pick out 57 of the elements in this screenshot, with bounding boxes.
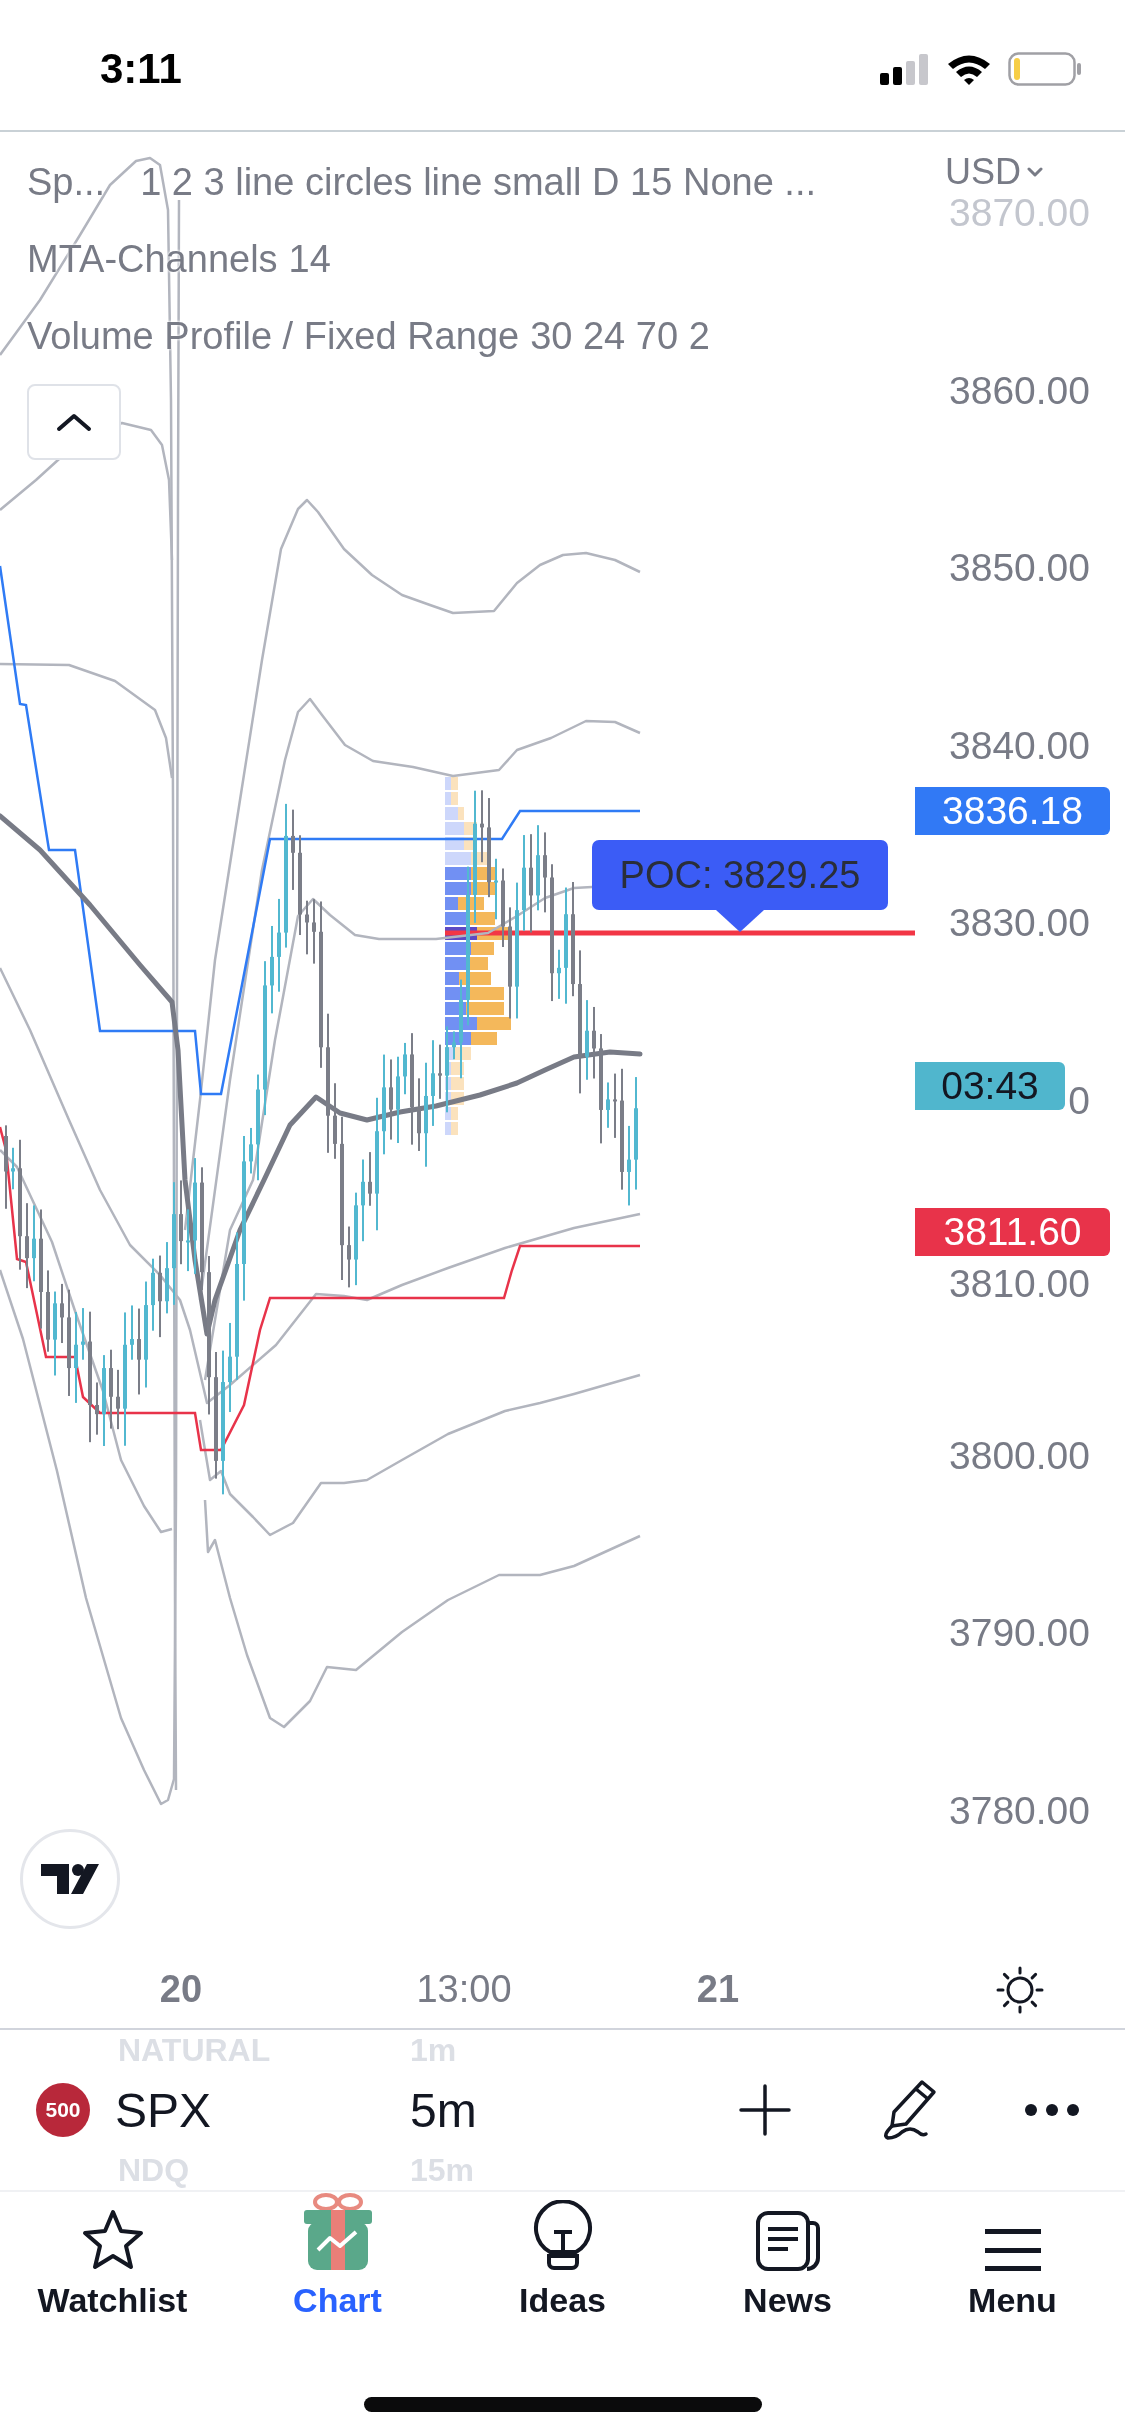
chevron-down-icon [1027,167,1043,177]
volume-profile-bar [445,972,491,985]
indicator-values: 1 2 3 line circles line small D 15 None ... [140,161,816,204]
price-label: 0 [1068,1080,1090,1121]
price-label: 3860.00 [949,370,1090,411]
price-label: 3830.00 [949,903,1090,943]
price-label: 3790.00 [949,1613,1090,1653]
volume-profile-bar [445,1122,458,1135]
currency-dropdown[interactable]: USD [945,150,1043,194]
volume-profile-bar [445,942,494,955]
plus-icon [739,2084,791,2136]
countdown-label: 03:43 [915,1062,1065,1110]
wifi-icon [946,53,992,85]
price-label: 3870.00 [949,193,1090,233]
volume-profile-bar [445,987,504,1000]
volume-profile-bar [445,957,488,970]
price-label: 3810.00 [949,1264,1090,1304]
star-icon [80,2208,145,2272]
signal-icon [880,53,930,85]
collapse-button[interactable] [27,384,121,460]
more-icon [1024,2103,1080,2117]
price-label: 3800.00 [949,1435,1090,1476]
time-label: 20 [159,1967,203,2011]
lightbulb-icon [531,2200,594,2272]
price-label: 3850.00 [949,548,1090,588]
nav-tab[interactable]: Menu [900,2192,1125,2322]
sun-icon[interactable] [996,1966,1044,2014]
nav-tab[interactable]: Ideas [450,2192,675,2322]
price-label: 3840.00 [949,725,1090,766]
volume-profile-bar [445,1017,511,1030]
battery-icon [1008,52,1082,86]
nav-tab[interactable]: Chart [225,2192,450,2322]
nav-tab[interactable]: News [675,2192,900,2322]
price-tag: 3836.18 [915,787,1110,835]
indicator-values: 14 [288,238,331,281]
indicator-values: 30 24 70 2 [530,315,710,358]
interval-button[interactable]: 5m [410,2082,477,2138]
poc-tooltip: POC: 3829.25 [592,840,888,932]
newspaper-icon [754,2210,821,2272]
price-label: 3780.00 [949,1790,1090,1831]
menu-icon [984,2228,1041,2272]
indicator-name: Sp... [27,161,106,204]
price-tag: 3811.60 [915,1208,1110,1256]
volume-profile-bar [445,1002,504,1015]
nav-tab[interactable]: Watchlist [0,2192,225,2322]
chevron-up-icon [56,412,92,432]
volume-profile-bar [445,1107,458,1120]
symbol-badge: 500 [36,2083,90,2137]
logo-icon [41,1864,99,1894]
status-time: 3:11 [100,45,182,93]
volume-profile-bar [445,777,458,790]
gift-icon [301,2192,374,2272]
time-label: 13:00 [416,1967,512,2011]
time-label: 21 [696,1967,740,2011]
symbol-button[interactable]: SPX [115,2082,410,2138]
volume-profile-bar [445,807,464,820]
volume-profile-bar [445,792,458,805]
